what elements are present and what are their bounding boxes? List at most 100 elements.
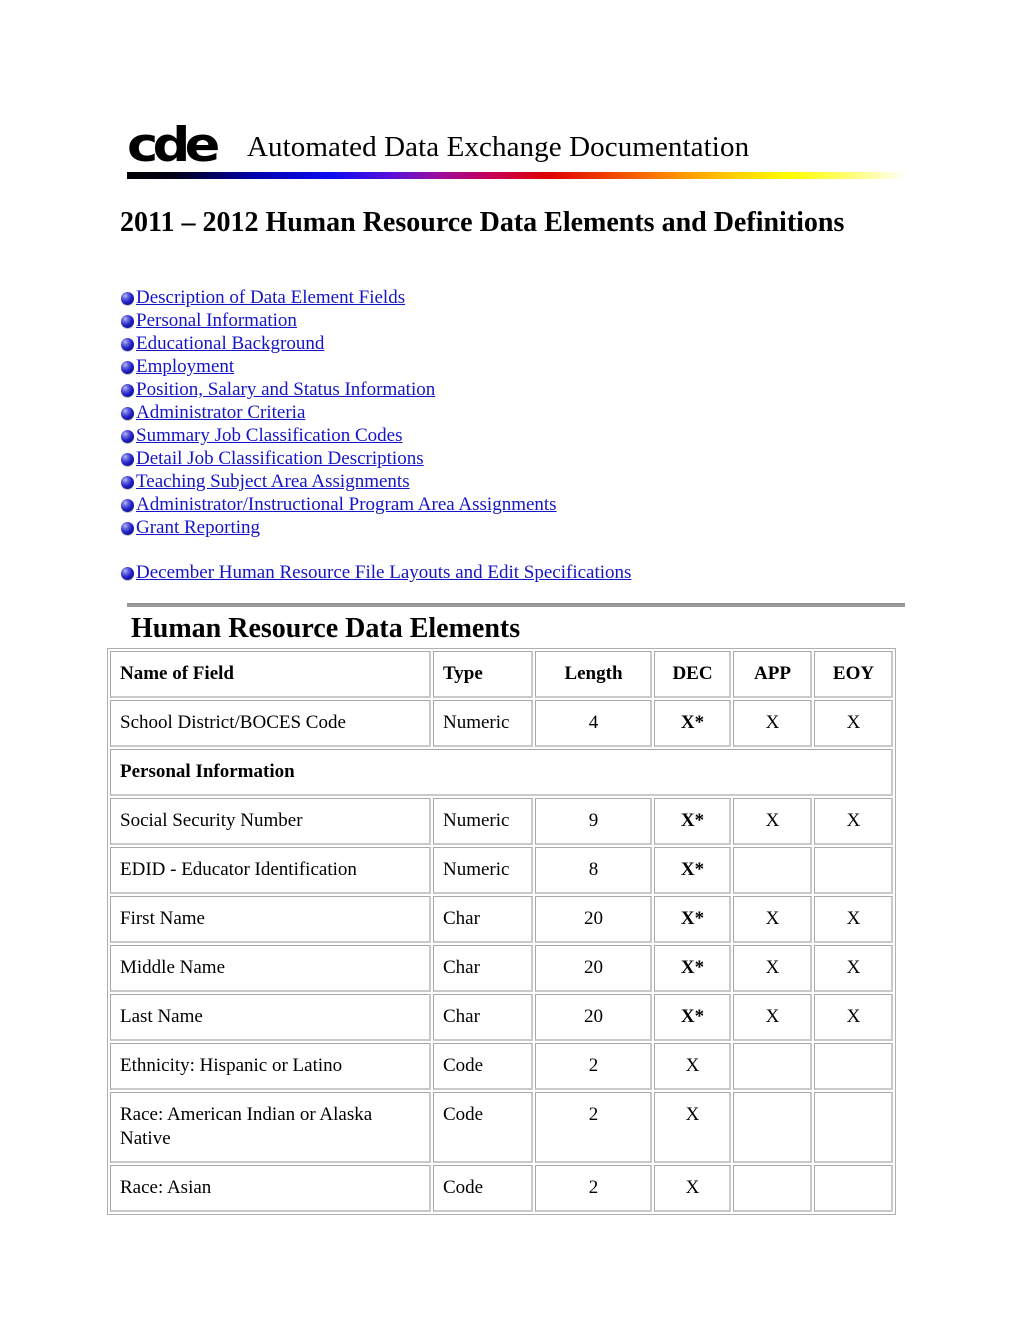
cell-name: Last Name — [110, 994, 431, 1041]
blue-ball-bullet-icon — [121, 384, 134, 397]
toc-link-teaching-subject-area-assignments[interactable]: Teaching Subject Area Assignments — [136, 471, 410, 492]
column-header-length: Length — [535, 651, 652, 698]
cell-app: X — [733, 798, 812, 845]
toc-link-position-salary-and-status-information[interactable]: Position, Salary and Status Information — [136, 379, 435, 400]
cell-length: 20 — [535, 945, 652, 992]
rainbow-divider — [127, 172, 907, 179]
table-row: Race: American Indian or Alaska Native C… — [110, 1092, 893, 1163]
cell-app — [733, 1043, 812, 1090]
toc-item[interactable]: Employment — [121, 355, 881, 378]
cell-type: Numeric — [433, 847, 533, 894]
cell-length: 2 — [535, 1043, 652, 1090]
toc-spacer — [121, 539, 881, 561]
toc-link-personal-information[interactable]: Personal Information — [136, 310, 297, 331]
cell-name: Race: American Indian or Alaska Native — [110, 1092, 431, 1163]
cell-name: Race: Asian — [110, 1165, 431, 1212]
cell-length: 4 — [535, 700, 652, 747]
cell-name: EDID - Educator Identification — [110, 847, 431, 894]
toc-link-grant-reporting[interactable]: Grant Reporting — [136, 517, 260, 538]
blue-ball-bullet-icon — [121, 499, 134, 512]
toc-link-educational-background[interactable]: Educational Background — [136, 333, 324, 354]
cell-dec: X* — [654, 994, 731, 1041]
cell-eoy: X — [814, 896, 893, 943]
cell-type: Char — [433, 945, 533, 992]
cell-type: Char — [433, 896, 533, 943]
masthead-title: Automated Data Exchange Documentation — [247, 131, 750, 163]
human-resource-data-elements-table: Name of Field Type Length DEC APP EOY Sc… — [107, 648, 896, 1215]
toc-item[interactable]: Summary Job Classification Codes — [121, 424, 881, 447]
cell-app: X — [733, 945, 812, 992]
blue-ball-bullet-icon — [121, 430, 134, 443]
toc-link-description-of-data-element-fields[interactable]: Description of Data Element Fields — [136, 287, 405, 308]
table-header-row: Name of Field Type Length DEC APP EOY — [110, 651, 893, 698]
cell-app — [733, 1092, 812, 1163]
table-section-row: Personal Information — [110, 749, 893, 796]
cell-app: X — [733, 700, 812, 747]
table-row: Middle Name Char 20 X* X X — [110, 945, 893, 992]
column-header-eoy: EOY — [814, 651, 893, 698]
cell-eoy: X — [814, 798, 893, 845]
blue-ball-bullet-icon — [121, 407, 134, 420]
toc-item[interactable]: Administrator/Instructional Program Area… — [121, 493, 881, 516]
blue-ball-bullet-icon — [121, 361, 134, 374]
cell-app — [733, 847, 812, 894]
cell-app: X — [733, 994, 812, 1041]
cell-length: 20 — [535, 994, 652, 1041]
cell-dec: X — [654, 1043, 731, 1090]
blue-ball-bullet-icon — [121, 338, 134, 351]
toc-item[interactable]: Grant Reporting — [121, 516, 881, 539]
toc-item[interactable]: Description of Data Element Fields — [121, 286, 881, 309]
cell-name: Social Security Number — [110, 798, 431, 845]
table-row: EDID - Educator Identification Numeric 8… — [110, 847, 893, 894]
toc-link-december-human-resource-file-layouts[interactable]: December Human Resource File Layouts and… — [136, 562, 631, 583]
cell-app — [733, 1165, 812, 1212]
blue-ball-bullet-icon — [121, 567, 134, 580]
toc-link-employment[interactable]: Employment — [136, 356, 234, 377]
cell-dec: X — [654, 1092, 731, 1163]
blue-ball-bullet-icon — [121, 292, 134, 305]
cell-eoy — [814, 1092, 893, 1163]
toc-link-administrator-instructional-program-area-assignments[interactable]: Administrator/Instructional Program Area… — [136, 494, 557, 515]
section-heading: Human Resource Data Elements — [131, 613, 521, 644]
table-row: Race: Asian Code 2 X — [110, 1165, 893, 1212]
cell-dec: X* — [654, 798, 731, 845]
toc-item[interactable]: Administrator Criteria — [121, 401, 881, 424]
table-row: Last Name Char 20 X* X X — [110, 994, 893, 1041]
cell-section-label: Personal Information — [110, 749, 893, 796]
cell-length: 9 — [535, 798, 652, 845]
cde-logo-text: cde — [127, 118, 220, 173]
cell-type: Code — [433, 1165, 533, 1212]
blue-ball-bullet-icon — [121, 476, 134, 489]
toc-item[interactable]: Personal Information — [121, 309, 881, 332]
toc-item[interactable]: Position, Salary and Status Information — [121, 378, 881, 401]
column-header-type: Type — [433, 651, 533, 698]
toc-item[interactable]: Detail Job Classification Descriptions — [121, 447, 881, 470]
table-row: Ethnicity: Hispanic or Latino Code 2 X — [110, 1043, 893, 1090]
cell-eoy — [814, 1043, 893, 1090]
table-row: Social Security Number Numeric 9 X* X X — [110, 798, 893, 845]
cell-type: Char — [433, 994, 533, 1041]
cell-dec: X* — [654, 847, 731, 894]
toc-item[interactable]: December Human Resource File Layouts and… — [121, 561, 881, 584]
cell-type: Code — [433, 1092, 533, 1163]
cell-length: 2 — [535, 1092, 652, 1163]
table-of-contents: Description of Data Element Fields Perso… — [121, 286, 881, 584]
cell-eoy — [814, 1165, 893, 1212]
toc-item[interactable]: Teaching Subject Area Assignments — [121, 470, 881, 493]
human-resource-data-elements-table-wrap: Name of Field Type Length DEC APP EOY Sc… — [107, 648, 896, 1215]
blue-ball-bullet-icon — [121, 315, 134, 328]
blue-ball-bullet-icon — [121, 522, 134, 535]
section-divider — [127, 603, 905, 607]
cell-dec: X — [654, 1165, 731, 1212]
toc-link-administrator-criteria[interactable]: Administrator Criteria — [136, 402, 305, 423]
table-row: First Name Char 20 X* X X — [110, 896, 893, 943]
blue-ball-bullet-icon — [121, 453, 134, 466]
cell-name: School District/BOCES Code — [110, 700, 431, 747]
toc-link-detail-job-classification-descriptions[interactable]: Detail Job Classification Descriptions — [136, 448, 424, 469]
page-title: 2011 – 2012 Human Resource Data Elements… — [120, 207, 845, 238]
cell-name: Ethnicity: Hispanic or Latino — [110, 1043, 431, 1090]
cell-type: Numeric — [433, 798, 533, 845]
toc-item[interactable]: Educational Background — [121, 332, 881, 355]
cell-app: X — [733, 896, 812, 943]
toc-link-summary-job-classification-codes[interactable]: Summary Job Classification Codes — [136, 425, 403, 446]
